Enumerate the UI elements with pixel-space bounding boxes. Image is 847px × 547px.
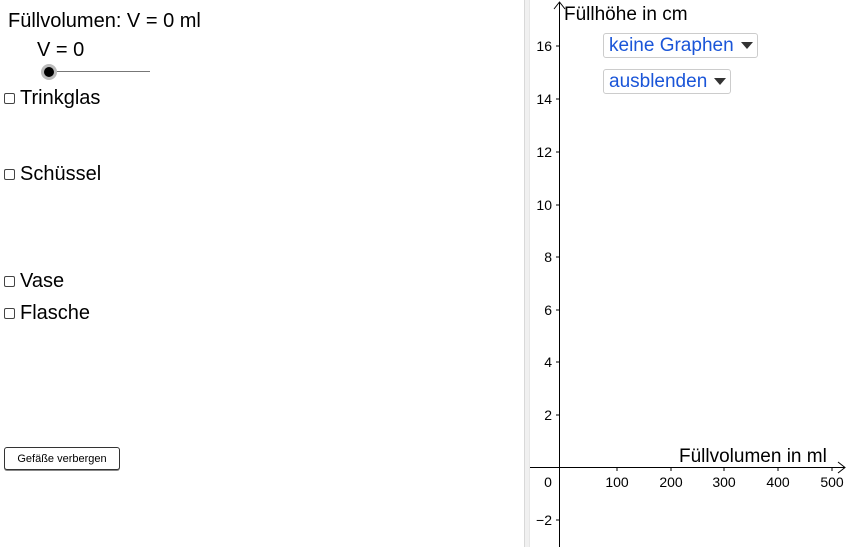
slider-track[interactable] (48, 71, 150, 72)
caret-down-icon (740, 42, 753, 49)
dropdown-value: ausblenden (609, 70, 708, 92)
x-tick-label: 100 (605, 474, 629, 490)
y-tick-label: 4 (544, 354, 552, 370)
y-tick-label: 14 (536, 91, 552, 107)
checkbox-box[interactable] (4, 276, 15, 287)
checkbox-flasche[interactable]: Flasche (4, 302, 90, 325)
checkbox-vase[interactable]: Vase (4, 270, 64, 293)
checkbox-box[interactable] (4, 169, 15, 180)
y-tick-label: 6 (544, 302, 552, 318)
graph-view[interactable]: 16 14 12 10 8 6 4 2 −2 100 200 300 400 5… (530, 0, 847, 547)
caret-down-icon (714, 78, 727, 85)
x-tick-label: 400 (766, 474, 790, 490)
checkbox-box[interactable] (4, 308, 15, 319)
x-tick-label: 200 (659, 474, 683, 490)
x-axis-title: Füllvolumen in ml (679, 446, 827, 467)
y-tick-label: 12 (536, 144, 552, 160)
hide-vessels-button[interactable]: Gefäße verbergen (4, 447, 120, 470)
y-tick-label: 10 (536, 197, 552, 213)
checkbox-label: Trinkglas (20, 87, 101, 109)
slider-handle[interactable] (41, 64, 57, 80)
volume-title: Füllvolumen: V = 0 ml (8, 10, 201, 32)
x-tick-label: 500 (820, 474, 844, 490)
origin-label: 0 (544, 474, 552, 490)
visibility-dropdown[interactable]: ausblenden (603, 69, 732, 94)
volume-slider[interactable] (40, 63, 150, 81)
x-ticks: 100 200 300 400 500 0 (544, 467, 844, 490)
y-tick-label: 16 (536, 38, 552, 54)
y-tick-label: 2 (544, 407, 552, 423)
y-axis-title: Füllhöhe in cm (564, 4, 688, 25)
x-tick-label: 300 (712, 474, 736, 490)
checkbox-schuessel[interactable]: Schüssel (4, 163, 101, 186)
graph-select-dropdown[interactable]: keine Graphen (603, 33, 758, 58)
checkbox-box[interactable] (4, 93, 15, 104)
y-tick-label: −2 (536, 512, 552, 528)
y-ticks: 16 14 12 10 8 6 4 2 −2 (536, 38, 560, 528)
checkbox-trinkglas[interactable]: Trinkglas (4, 87, 100, 110)
slider-label: V = 0 (37, 39, 85, 61)
y-tick-label: 8 (544, 249, 552, 265)
dropdown-value: keine Graphen (609, 34, 734, 56)
checkbox-label: Schüssel (20, 163, 102, 185)
checkbox-label: Flasche (20, 302, 91, 324)
controls-panel: Füllvolumen: V = 0 ml V = 0 Trinkglas Sc… (0, 0, 524, 547)
checkbox-label: Vase (20, 270, 65, 292)
